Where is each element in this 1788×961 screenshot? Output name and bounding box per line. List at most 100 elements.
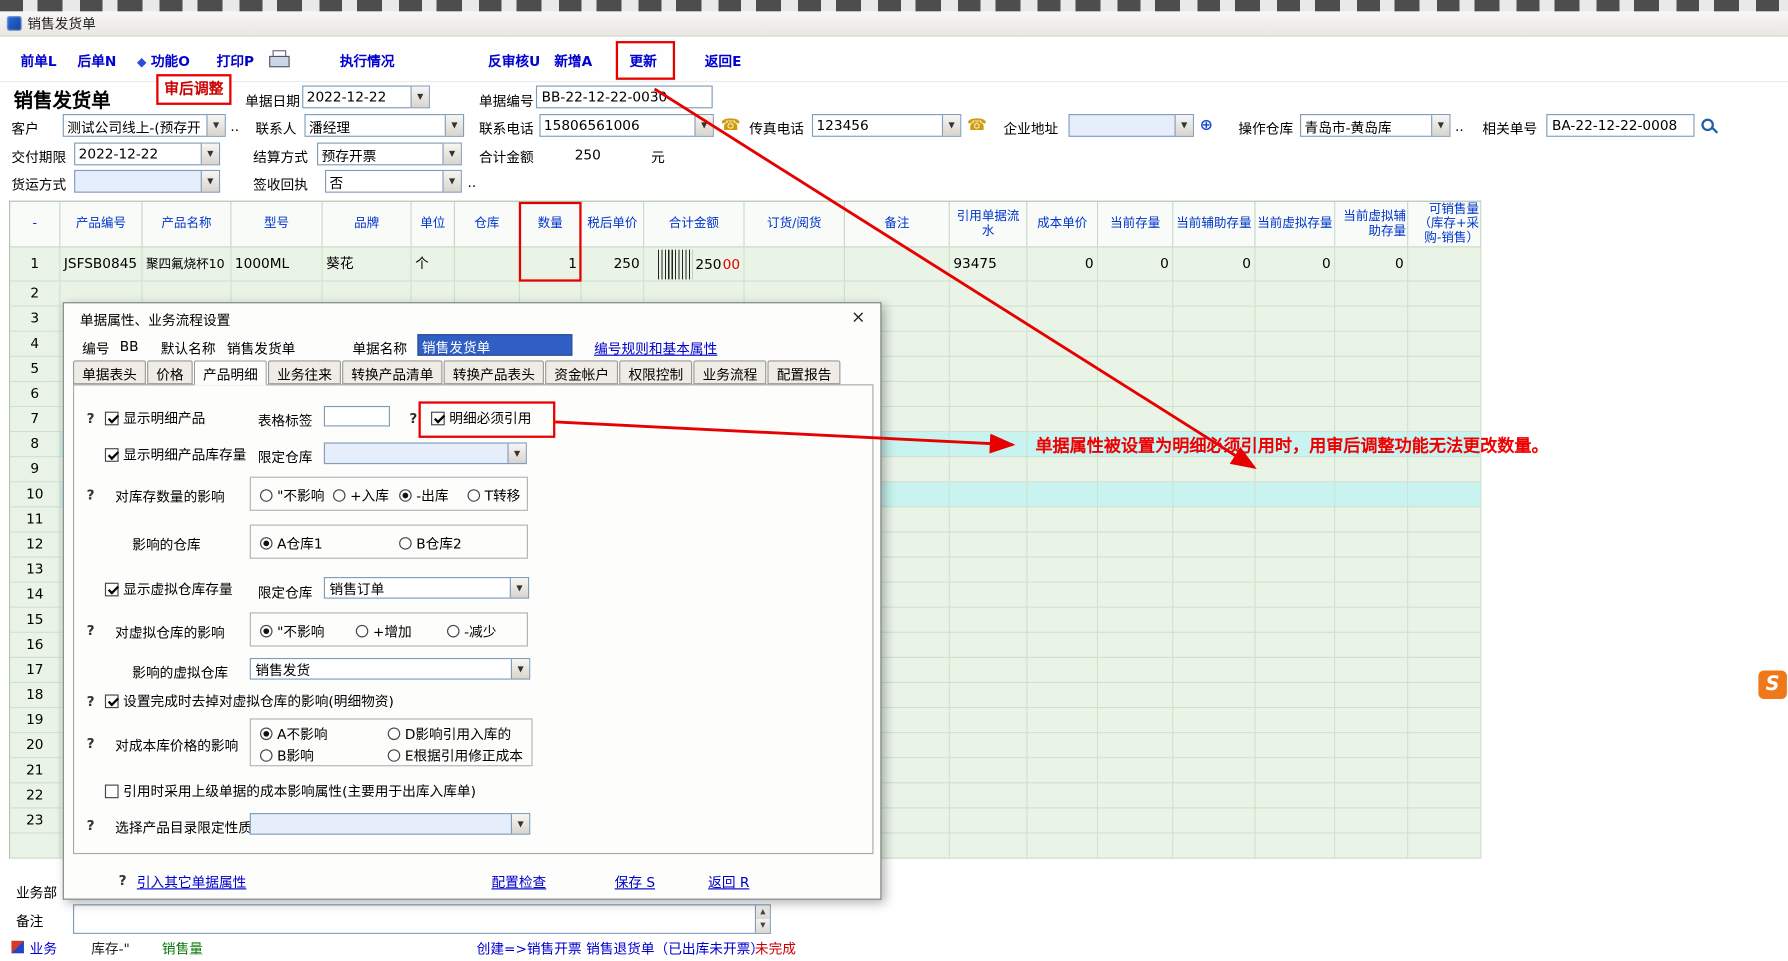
tab-permission[interactable]: 权限控制 <box>619 360 692 384</box>
tab-doc-header[interactable]: 单据表头 <box>73 360 146 384</box>
row-number-cell[interactable]: 10 <box>10 482 60 507</box>
product-cell[interactable] <box>1173 507 1255 532</box>
phone-icon[interactable]: ☎ <box>967 116 987 134</box>
product-cell[interactable] <box>1027 658 1098 683</box>
product-cell[interactable] <box>1335 583 1408 608</box>
virtual-limit-select[interactable]: 销售订单 <box>324 577 529 599</box>
affect-virtual-select[interactable]: 销售发货 <box>250 658 531 680</box>
product-cell[interactable] <box>1027 708 1098 733</box>
tab-convert-header[interactable]: 转换产品表头 <box>444 360 544 384</box>
product-cell[interactable] <box>1027 758 1098 783</box>
product-cell[interactable] <box>1256 733 1336 758</box>
product-cell[interactable]: 个 <box>412 247 455 281</box>
save-link[interactable]: 保存 S <box>615 872 655 891</box>
product-cell[interactable] <box>1027 457 1098 482</box>
product-cell[interactable] <box>1098 658 1173 683</box>
product-cell[interactable] <box>1335 457 1408 482</box>
col-header-ref-flow[interactable]: 引用单据流水 <box>950 202 1028 248</box>
product-cell[interactable] <box>1256 407 1336 432</box>
product-cell[interactable] <box>1335 332 1408 357</box>
product-cell[interactable] <box>1173 282 1255 307</box>
product-cell[interactable] <box>950 658 1028 683</box>
row-number-cell[interactable]: 20 <box>10 733 60 758</box>
col-header-current-aux-stock[interactable]: 当前辅助存量 <box>1173 202 1255 248</box>
product-cell[interactable] <box>950 307 1028 332</box>
product-cell[interactable] <box>950 608 1028 633</box>
phone-select[interactable]: 15806561006 <box>539 114 713 137</box>
product-cell[interactable] <box>1335 683 1408 708</box>
product-cell[interactable] <box>1098 332 1173 357</box>
product-cell[interactable] <box>1256 507 1336 532</box>
product-cell[interactable] <box>1098 633 1173 658</box>
col-header-unit[interactable]: 单位 <box>412 202 455 248</box>
help-icon[interactable]: ? <box>87 487 95 503</box>
product-cell[interactable] <box>1027 507 1098 532</box>
product-cell[interactable] <box>1408 247 1481 281</box>
product-cell[interactable] <box>1027 558 1098 583</box>
product-cell[interactable] <box>1408 583 1481 608</box>
row-number-cell[interactable]: 21 <box>10 758 60 783</box>
exec-status-button[interactable]: 执行情况 <box>340 51 395 70</box>
product-cell[interactable] <box>1173 733 1255 758</box>
product-cell[interactable] <box>1098 683 1173 708</box>
product-cell[interactable] <box>1256 608 1336 633</box>
product-cell[interactable] <box>1335 708 1408 733</box>
product-cell[interactable] <box>1408 658 1481 683</box>
product-cell[interactable] <box>1098 808 1173 833</box>
product-cell[interactable] <box>1335 733 1408 758</box>
search-icon[interactable] <box>1701 119 1714 132</box>
row-number-cell[interactable]: 4 <box>10 332 60 357</box>
product-cell[interactable] <box>950 282 1028 307</box>
chevron-down-icon[interactable] <box>1431 115 1449 136</box>
limit-warehouse-select[interactable] <box>324 442 527 464</box>
row-number-cell[interactable] <box>10 834 60 859</box>
row-number-cell[interactable]: 18 <box>10 683 60 708</box>
product-cell[interactable]: 0 <box>1335 247 1408 281</box>
help-icon[interactable]: ? <box>87 411 95 427</box>
product-cell[interactable] <box>950 783 1028 808</box>
ref-parent-cost-checkbox[interactable]: 引用时采用上级单据的成本影响属性(主要用于出库入库单) <box>105 781 476 800</box>
product-cell[interactable] <box>1408 758 1481 783</box>
chevron-down-icon[interactable] <box>206 115 224 136</box>
radio-cost-e[interactable]: E根据引用修正成本 <box>388 746 523 765</box>
product-cell[interactable] <box>1027 583 1098 608</box>
row-number-cell[interactable]: 5 <box>10 357 60 382</box>
product-cell[interactable] <box>1098 407 1173 432</box>
show-virtual-stock-checkbox[interactable]: 显示虚拟仓库存量 <box>105 579 233 598</box>
config-check-link[interactable]: 配置检查 <box>491 872 546 891</box>
col-header-quantity[interactable]: 数量 <box>520 202 582 248</box>
return-doc-link[interactable]: 销售退货单（已出库未开票） <box>586 938 764 957</box>
product-cell[interactable] <box>1256 808 1336 833</box>
product-cell[interactable] <box>1335 533 1408 558</box>
radio-transfer[interactable]: T转移 <box>468 486 521 505</box>
function-menu-button[interactable]: 功能O <box>137 51 190 70</box>
product-cell[interactable] <box>1256 834 1336 859</box>
row-number-cell[interactable]: 9 <box>10 457 60 482</box>
product-cell[interactable] <box>1027 808 1098 833</box>
radio-no-effect[interactable]: "不影响 <box>260 621 324 640</box>
tab-workflow[interactable]: 业务流程 <box>693 360 766 384</box>
post-audit-adjust-button[interactable]: 审后调整 <box>156 74 231 105</box>
chevron-down-icon[interactable] <box>942 115 960 136</box>
product-cell[interactable] <box>1408 783 1481 808</box>
prev-doc-button[interactable]: 前单L <box>21 51 57 70</box>
product-cell[interactable] <box>950 332 1028 357</box>
product-cell[interactable] <box>1256 658 1336 683</box>
product-cell[interactable] <box>1027 307 1098 332</box>
address-select[interactable] <box>1068 114 1193 137</box>
phone-icon[interactable]: ☎ <box>721 116 741 134</box>
product-cell[interactable] <box>1408 332 1481 357</box>
product-cell[interactable] <box>1027 357 1098 382</box>
product-cell[interactable] <box>1256 558 1336 583</box>
numbering-rule-link[interactable]: 编号规则和基本属性 <box>594 339 717 358</box>
product-cell[interactable] <box>1408 608 1481 633</box>
product-cell[interactable] <box>1173 307 1255 332</box>
deadline-picker[interactable]: 2022-12-22 <box>74 143 220 166</box>
col-header-note[interactable]: 备注 <box>845 202 950 248</box>
product-cell[interactable] <box>1335 658 1408 683</box>
product-cell[interactable] <box>1408 683 1481 708</box>
radio-cost-d[interactable]: D影响引用入库的 <box>388 724 511 743</box>
warehouse-select[interactable]: 青岛市-黄岛库 <box>1300 114 1451 137</box>
product-cell[interactable] <box>1256 708 1336 733</box>
back-button[interactable]: 返回E <box>705 51 742 70</box>
